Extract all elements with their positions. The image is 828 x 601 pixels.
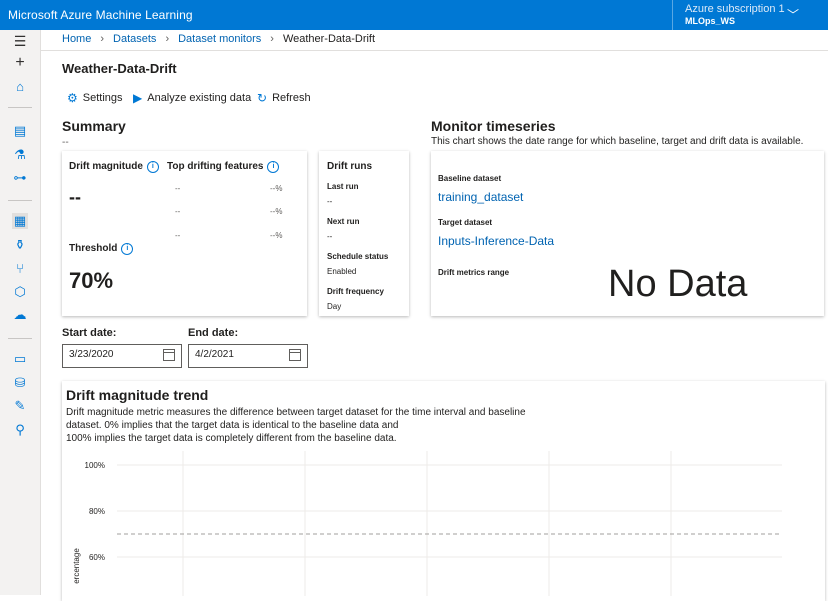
menu-icon[interactable]: ☰ <box>12 33 28 49</box>
monitor-timeseries-heading: Monitor timeseries <box>431 118 556 134</box>
end-date-input[interactable] <box>195 349 280 360</box>
feature-name: -- <box>175 184 181 193</box>
last-run-label: Last run <box>327 182 359 191</box>
baseline-dataset-label: Baseline dataset <box>438 174 502 183</box>
drift-runs-card: Drift runs Last run -- Next run -- Sched… <box>319 151 409 316</box>
breadcrumb-datasets[interactable]: Datasets <box>113 33 156 45</box>
top-drifting-features-label: Top drifting features i <box>167 161 280 173</box>
breadcrumb-divider <box>40 50 828 51</box>
chevron-right-icon: › <box>100 33 105 45</box>
subscription-switcher[interactable]: Azure subscription 1 MLOps_WS ﹀ <box>672 0 828 30</box>
experiments-icon[interactable]: ⚱ <box>12 237 28 253</box>
y-tick-label: 60% <box>89 553 105 562</box>
target-dataset-link[interactable]: Inputs-Inference-Data <box>438 234 554 248</box>
chevron-down-icon[interactable]: ﹀ <box>787 6 799 23</box>
refresh-label: Refresh <box>272 92 311 104</box>
nav-divider <box>8 107 32 108</box>
calendar-icon[interactable] <box>163 349 175 361</box>
trend-description-line: dataset. 0% implies that the target data… <box>66 420 399 431</box>
summary-card: Drift magnitude i -- Top drifting feature… <box>62 151 307 316</box>
refresh-button[interactable]: ↻ Refresh <box>257 91 311 105</box>
next-run-label: Next run <box>327 217 360 226</box>
info-icon[interactable]: i <box>121 243 134 255</box>
summary-heading: Summary <box>62 118 126 134</box>
automl-icon[interactable]: ⚗ <box>12 147 28 163</box>
subscription-name: Azure subscription 1 <box>685 3 785 15</box>
last-run-value: -- <box>327 197 333 206</box>
feature-name: -- <box>175 207 181 216</box>
feature-value: --% <box>270 231 283 240</box>
models-icon[interactable]: ⬡ <box>12 284 28 300</box>
trend-description-line: Drift magnitude metric measures the diff… <box>66 407 526 418</box>
breadcrumb: Home › Datasets › Dataset monitors › Weather-D… <box>62 33 375 45</box>
y-tick-label: 100% <box>85 461 105 470</box>
drift-magnitude-value: -- <box>69 187 81 207</box>
breadcrumb-home[interactable]: Home <box>62 33 91 45</box>
refresh-icon: ↻ <box>257 91 268 105</box>
next-run-value: -- <box>327 232 333 241</box>
info-icon[interactable]: i <box>267 161 280 173</box>
start-date-input[interactable] <box>69 349 154 360</box>
monitor-timeseries-description: This chart shows the date range for whic… <box>431 136 804 147</box>
start-date-picker[interactable] <box>62 344 182 368</box>
play-icon: ▶ <box>133 91 143 105</box>
info-icon[interactable]: i <box>146 161 159 173</box>
app-title[interactable]: Microsoft Azure Machine Learning <box>8 8 193 22</box>
calendar-icon[interactable] <box>289 349 301 361</box>
no-data-message: No Data <box>608 263 748 305</box>
chevron-right-icon: › <box>270 33 274 45</box>
datasets-icon[interactable]: ▦ <box>12 213 28 229</box>
trend-title: Drift magnitude trend <box>66 387 209 403</box>
pipelines-icon[interactable]: ⑂ <box>12 261 28 277</box>
end-date-picker[interactable] <box>188 344 308 368</box>
workspace-name: MLOps_WS <box>685 16 736 26</box>
y-axis-label: ercentage <box>72 548 81 584</box>
page-title: Weather-Data-Drift <box>62 61 177 76</box>
monitor-timeseries-card: Baseline dataset training_dataset Target… <box>431 151 824 316</box>
breadcrumb-current: Weather-Data-Drift <box>282 33 376 45</box>
analyze-existing-data-button[interactable]: ▶ Analyze existing data <box>133 91 251 105</box>
left-nav: ☰ + ⌂ ▤ ⚗ ⊶ ▦ ⚱ ⑂ ⬡ ☁ ▭ ⛁ ✎ ⚲ <box>0 30 41 595</box>
plus-icon[interactable]: + <box>12 55 28 71</box>
feature-value: --% <box>270 207 283 216</box>
target-dataset-label: Target dataset <box>438 218 493 227</box>
top-bar: Microsoft Azure Machine Learning Azure s… <box>0 0 828 30</box>
datastores-icon[interactable]: ⛁ <box>12 375 28 391</box>
schedule-status-label: Schedule status <box>327 252 389 261</box>
settings-button[interactable]: ⚙ Settings <box>67 91 123 105</box>
schedule-status-value: Enabled <box>327 267 357 276</box>
drift-magnitude-label: Drift magnitude i <box>69 161 159 173</box>
threshold-label: Threshold i <box>69 243 134 255</box>
nav-divider <box>8 338 32 339</box>
linked-services-icon[interactable]: ⚲ <box>12 422 28 438</box>
analyze-label: Analyze existing data <box>147 92 252 104</box>
home-icon[interactable]: ⌂ <box>12 79 28 95</box>
settings-label: Settings <box>82 92 123 104</box>
drift-frequency-label: Drift frequency <box>327 287 384 296</box>
baseline-dataset-link[interactable]: training_dataset <box>438 190 523 204</box>
trend-description: Drift magnitude metric measures the diff… <box>66 406 526 445</box>
designer-icon[interactable]: ⊶ <box>12 170 28 186</box>
labeling-icon[interactable]: ✎ <box>12 398 28 414</box>
y-tick-label: 80% <box>89 507 105 516</box>
feature-name: -- <box>175 231 181 240</box>
endpoints-icon[interactable]: ☁ <box>12 307 28 323</box>
chevron-right-icon: › <box>165 33 170 45</box>
drift-frequency-value: Day <box>327 302 342 311</box>
gear-icon: ⚙ <box>67 91 78 105</box>
feature-value: --% <box>270 184 283 193</box>
drift-magnitude-trend-card: Drift magnitude trend Drift magnitude me… <box>62 381 825 601</box>
compute-icon[interactable]: ▭ <box>12 351 28 367</box>
notebook-icon[interactable]: ▤ <box>12 123 28 139</box>
drift-trend-chart: ercentage 100% 80% 60% <box>72 451 782 596</box>
drift-metrics-range-label: Drift metrics range <box>438 268 510 277</box>
drift-runs-title: Drift runs <box>327 161 372 172</box>
breadcrumb-dataset-monitors[interactable]: Dataset monitors <box>178 33 261 45</box>
summary-subtitle: -- <box>62 137 69 148</box>
end-date-label: End date: <box>188 327 239 339</box>
trend-description-line: 100% implies the target data is complete… <box>66 433 397 444</box>
nav-divider <box>8 200 32 201</box>
threshold-value: 70% <box>69 268 114 293</box>
start-date-label: Start date: <box>62 327 117 339</box>
